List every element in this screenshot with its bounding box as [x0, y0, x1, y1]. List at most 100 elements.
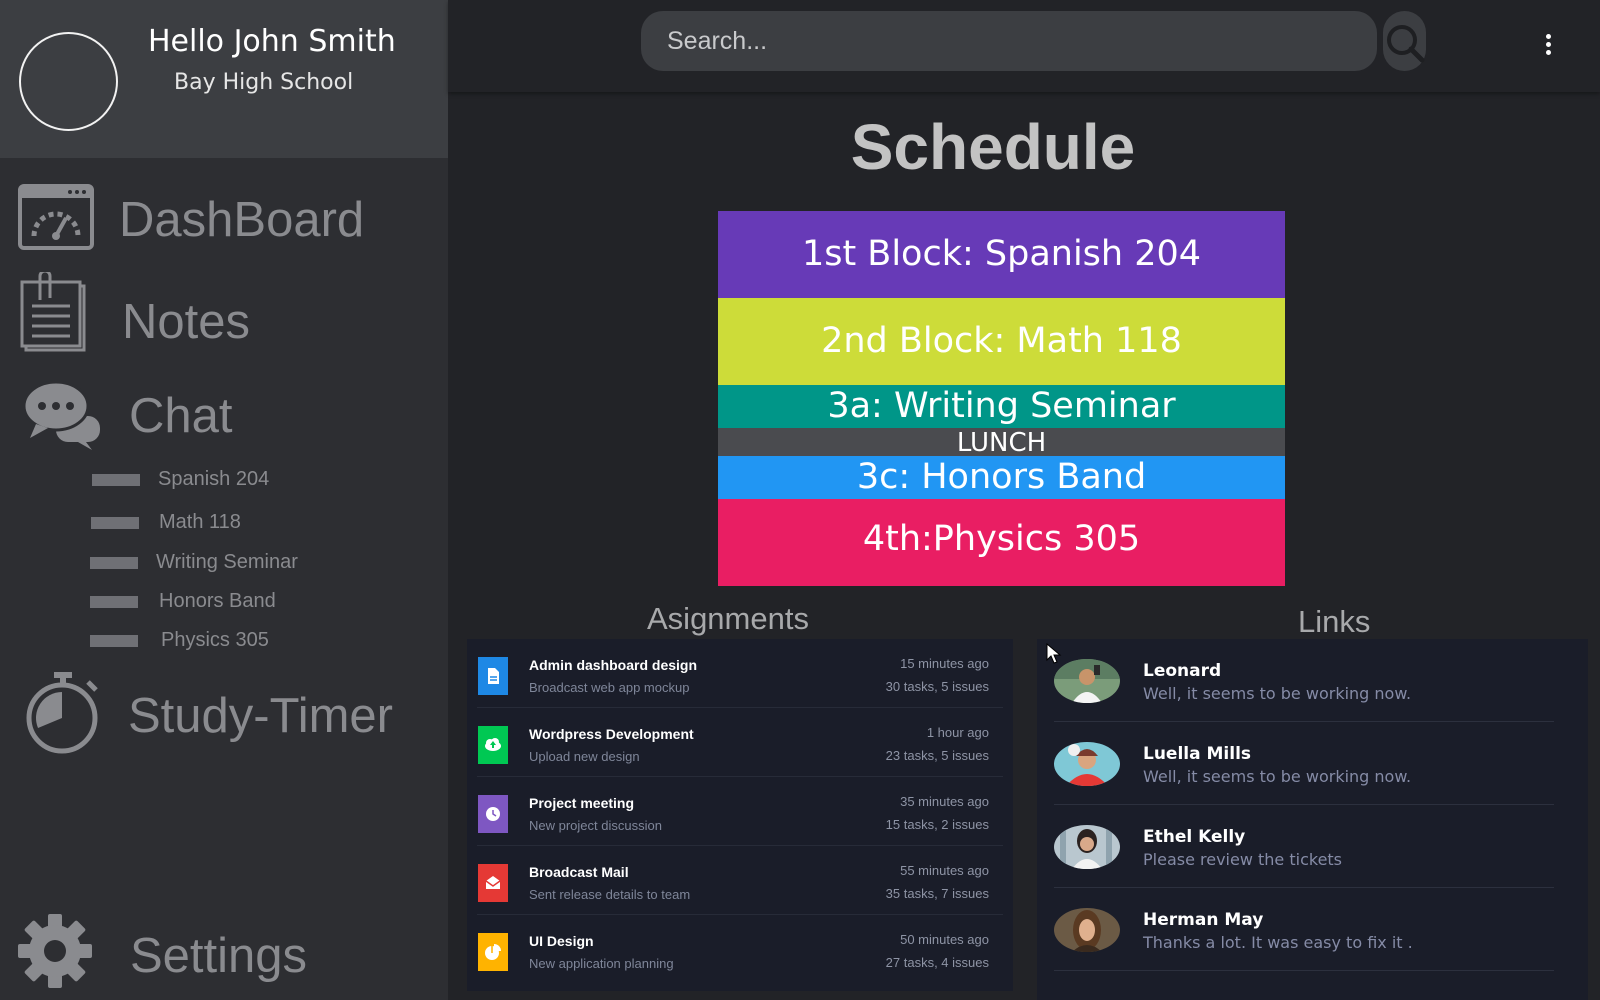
chat-channel-math-118[interactable]: Math 118: [91, 511, 391, 533]
assignment-row[interactable]: UI Design New application planning 50 mi…: [477, 915, 1003, 984]
schedule-block-label: 3a: Writing Seminar: [827, 386, 1176, 426]
assignment-subtitle: Upload new design: [529, 749, 640, 764]
schedule-block-label: LUNCH: [956, 428, 1047, 458]
assignments-panel: Admin dashboard design Broadcast web app…: [467, 639, 1013, 991]
assignment-time: 35 minutes ago: [900, 794, 989, 809]
link-row[interactable]: Ethel Kelly Please review the tickets: [1054, 805, 1554, 888]
assignment-title: Broadcast Mail: [529, 864, 629, 880]
link-name: Luella Mills: [1143, 744, 1252, 764]
assignment-meta: 35 tasks, 7 issues: [885, 886, 989, 901]
link-row[interactable]: Herman May Thanks a lot. It was easy to …: [1054, 888, 1554, 971]
assignment-time: 50 minutes ago: [900, 932, 989, 947]
assignment-row[interactable]: Wordpress Development Upload new design …: [477, 708, 1003, 777]
assignment-time: 15 minutes ago: [900, 656, 989, 671]
avatar: [1054, 908, 1120, 952]
assignment-subtitle: New application planning: [529, 956, 674, 971]
nav-chat[interactable]: Chat: [0, 376, 448, 450]
schedule-block-3c: 3c: Honors Band: [718, 456, 1285, 499]
search-button[interactable]: [1383, 11, 1426, 71]
schedule-block-label: 3c: Honors Band: [856, 457, 1147, 497]
sidebar: Hello John Smith Bay High School DashBoa…: [0, 0, 448, 1000]
link-message: Well, it seems to be working now.: [1143, 684, 1412, 703]
channel-label: Writing Seminar: [156, 551, 298, 573]
links-heading: Links: [1298, 604, 1371, 639]
schedule-block-label: 2nd Block: Math 118: [821, 321, 1182, 361]
chat-icon: [24, 380, 100, 450]
chat-channel-honors-band[interactable]: Honors Band: [90, 590, 390, 612]
channel-bar: [91, 517, 139, 529]
link-name: Ethel Kelly: [1143, 827, 1246, 847]
clock-icon: [478, 795, 508, 833]
schedule-block-3a: 3a: Writing Seminar: [718, 385, 1285, 428]
link-message: Thanks a lot. It was easy to fix it .: [1143, 933, 1413, 952]
assignment-meta: 30 tasks, 5 issues: [885, 679, 989, 694]
link-name: Leonard: [1143, 661, 1222, 681]
assignment-title: Admin dashboard design: [529, 657, 698, 673]
nav-study-timer[interactable]: Study-Timer: [0, 670, 448, 756]
links-panel: Leonard Well, it seems to be working now…: [1037, 639, 1588, 1000]
channel-bar: [90, 635, 138, 647]
chat-channel-spanish-204[interactable]: Spanish 204: [92, 468, 392, 490]
channel-bar: [92, 474, 140, 486]
nav-dashboard-label: DashBoard: [119, 193, 365, 247]
channel-label: Physics 305: [161, 629, 269, 651]
schedule-block-label: 1st Block: Spanish 204: [801, 234, 1202, 274]
assignment-meta: 27 tasks, 4 issues: [885, 955, 989, 970]
assignment-meta: 23 tasks, 5 issues: [885, 748, 989, 763]
channel-label: Spanish 204: [158, 468, 270, 490]
nav-notes[interactable]: Notes: [0, 270, 448, 360]
link-name: Herman May: [1143, 910, 1264, 930]
schedule-block-2: 2nd Block: Math 118: [718, 298, 1285, 385]
assignment-title: Project meeting: [529, 795, 635, 811]
document-icon: [478, 657, 508, 695]
gear-icon: [18, 914, 92, 988]
nav-dashboard[interactable]: DashBoard: [0, 176, 448, 266]
dashboard-icon: [18, 184, 94, 250]
channel-bar: [90, 596, 138, 608]
assignment-time: 1 hour ago: [926, 725, 989, 740]
channel-label: Math 118: [159, 511, 241, 533]
user-school: Bay High School: [174, 70, 354, 95]
assignment-row[interactable]: Project meeting New project discussion 3…: [477, 777, 1003, 846]
assignment-title: UI Design: [529, 933, 594, 949]
nav-settings-label: Settings: [130, 929, 308, 983]
assignment-subtitle: Broadcast web app mockup: [529, 680, 690, 695]
assignment-subtitle: New project discussion: [529, 818, 662, 833]
avatar: [1054, 825, 1120, 869]
schedule-block-4: 4th:Physics 305: [718, 499, 1285, 586]
chat-channel-physics-305[interactable]: Physics 305: [90, 629, 390, 651]
user-greeting: Hello John Smith: [148, 24, 396, 59]
profile-header: Hello John Smith Bay High School: [0, 0, 448, 158]
assignment-meta: 15 tasks, 2 issues: [885, 817, 989, 832]
assignments-heading: Asignments: [647, 601, 809, 636]
nav-settings[interactable]: Settings: [0, 910, 448, 994]
link-message: Please review the tickets: [1143, 850, 1343, 869]
channel-bar: [90, 557, 138, 569]
nav-study-timer-label: Study-Timer: [128, 689, 394, 743]
schedule-block-1: 1st Block: Spanish 204: [718, 211, 1285, 298]
mail-icon: [478, 864, 508, 902]
nav-notes-label: Notes: [122, 295, 251, 349]
cloud-upload-icon: [478, 726, 508, 764]
schedule-block-lunch: LUNCH: [718, 428, 1285, 458]
nav-chat-label: Chat: [129, 389, 233, 443]
assignment-row[interactable]: Broadcast Mail Sent release details to t…: [477, 846, 1003, 915]
pie-chart-icon: [478, 933, 508, 971]
more-options-icon[interactable]: [1538, 30, 1558, 60]
schedule-title: Schedule: [850, 111, 1136, 183]
mouse-cursor-icon: [1046, 643, 1062, 664]
link-row[interactable]: Leonard Well, it seems to be working now…: [1054, 639, 1554, 722]
search-input[interactable]: [641, 11, 1377, 71]
assignment-time: 55 minutes ago: [900, 863, 989, 878]
schedule-block-label: 4th:Physics 305: [862, 519, 1141, 559]
assignment-subtitle: Sent release details to team: [529, 887, 691, 902]
assignment-title: Wordpress Development: [529, 726, 694, 742]
assignment-row[interactable]: Admin dashboard design Broadcast web app…: [477, 639, 1003, 708]
link-row[interactable]: Luella Mills Well, it seems to be workin…: [1054, 722, 1554, 805]
channel-label: Honors Band: [159, 590, 276, 612]
chat-channel-writing-seminar[interactable]: Writing Seminar: [90, 551, 390, 573]
avatar: [1054, 742, 1120, 786]
avatar[interactable]: [19, 32, 118, 131]
notes-icon: [20, 272, 86, 352]
search-icon: [1387, 25, 1425, 63]
